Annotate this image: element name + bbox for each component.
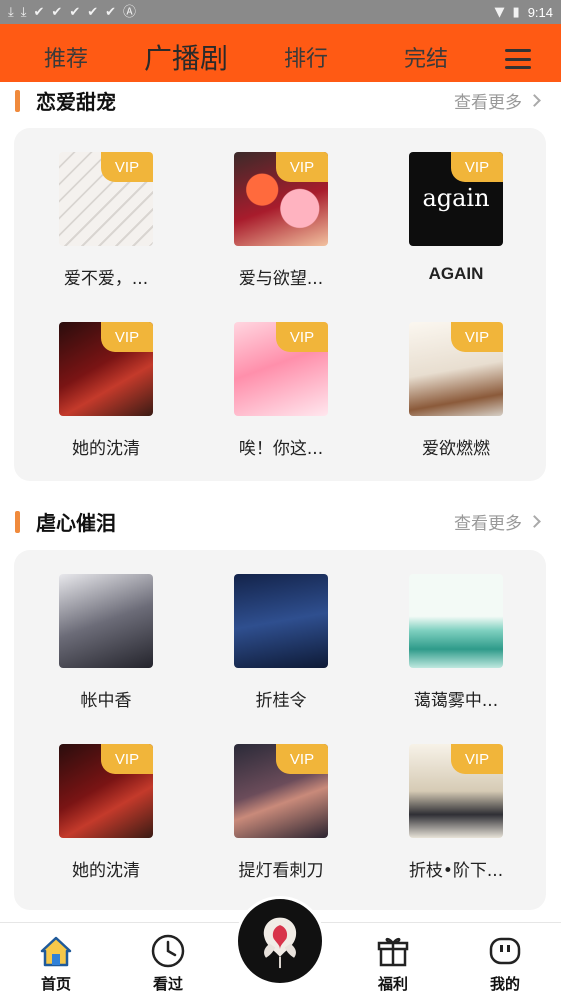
- drama-cover: VIP: [59, 744, 153, 838]
- top-nav: 推荐 广播剧 排行 完结: [0, 24, 561, 82]
- vip-badge: VIP: [276, 744, 328, 774]
- vip-badge: VIP: [451, 322, 503, 352]
- rose-logo-icon: [263, 917, 297, 969]
- tab-recommend[interactable]: 推荐: [30, 24, 102, 82]
- nav-label: 福利: [377, 975, 408, 993]
- see-more-label: 查看更多: [454, 514, 522, 534]
- section-title: 虐心催泪: [36, 511, 116, 535]
- section-accent-bar: [15, 511, 20, 533]
- tab-label: 完结: [403, 47, 448, 72]
- tab-ranking[interactable]: 排行: [270, 24, 342, 82]
- drama-title: 帐中香: [80, 691, 132, 711]
- drama-item[interactable]: VIP 唉！你这...: [192, 322, 362, 482]
- drama-title: 她的沈清: [72, 439, 140, 459]
- chevron-right-icon: [528, 515, 541, 528]
- tab-radio-drama[interactable]: 广播剧: [130, 24, 242, 82]
- section-header-romance: 恋爱甜宠 查看更多: [0, 82, 561, 118]
- nav-label: 我的: [489, 975, 520, 993]
- nav-label: 看过: [152, 975, 183, 993]
- drama-cover: VIP: [59, 322, 153, 416]
- clock-icon: [151, 934, 185, 968]
- drama-item[interactable]: 帐中香: [17, 574, 187, 734]
- drama-cover: VIP: [409, 322, 503, 416]
- drama-title: 爱不爱，...: [63, 269, 149, 289]
- drama-cover: again VIP: [409, 152, 503, 246]
- a-icon: Ⓐ: [123, 4, 137, 20]
- drama-cover: VIP: [234, 744, 328, 838]
- drama-title: 提灯看刺刀: [238, 861, 324, 881]
- cover-text: again: [422, 184, 490, 212]
- chevron-right-icon: [528, 94, 541, 107]
- section-header-tearjerker: 虐心催泪 查看更多: [0, 503, 561, 539]
- gift-icon: [377, 937, 409, 967]
- drama-title: 折枝•阶下...: [408, 861, 504, 881]
- tab-label: 广播剧: [143, 42, 228, 75]
- home-icon: [40, 936, 72, 967]
- section-card-tearjerker: 帐中香 折桂令 蔼蔼雾中... VIP 她的沈清 VIP 提灯看刺刀 VIP 折…: [14, 550, 546, 910]
- check-icon: ✔: [51, 4, 63, 20]
- vip-badge: VIP: [276, 152, 328, 182]
- drama-item[interactable]: VIP 提灯看刺刀: [192, 744, 362, 904]
- drama-item[interactable]: again VIP AGAIN: [367, 152, 537, 312]
- drama-title: 折桂令: [255, 691, 307, 711]
- drama-item[interactable]: VIP 爱欲燃燃: [367, 322, 537, 482]
- vip-badge: VIP: [101, 322, 153, 352]
- vip-badge: VIP: [101, 744, 153, 774]
- drama-cover: VIP: [234, 322, 328, 416]
- menu-icon[interactable]: [505, 49, 531, 69]
- check-icon: ✔: [33, 4, 45, 20]
- drama-title: 她的沈清: [72, 861, 140, 881]
- tab-label: 推荐: [43, 47, 88, 72]
- drama-item[interactable]: VIP 她的沈清: [17, 322, 187, 482]
- tab-label: 排行: [283, 47, 328, 72]
- check-icon: ✔: [69, 4, 81, 20]
- drama-item[interactable]: VIP 折枝•阶下...: [367, 744, 537, 904]
- drama-item[interactable]: 蔼蔼雾中...: [367, 574, 537, 734]
- drama-title: 蔼蔼雾中...: [413, 691, 499, 711]
- section-accent-bar: [15, 90, 20, 112]
- nav-profile[interactable]: 我的: [465, 929, 545, 997]
- drama-item[interactable]: VIP 爱不爱，...: [17, 152, 187, 312]
- see-more-label: 查看更多: [454, 93, 522, 113]
- drama-cover: VIP: [409, 744, 503, 838]
- nav-history[interactable]: 看过: [128, 929, 208, 997]
- check-icon: ✔: [105, 4, 117, 20]
- vip-badge: VIP: [451, 744, 503, 774]
- vip-badge: VIP: [276, 322, 328, 352]
- check-icon: ✔: [87, 4, 99, 20]
- download-icon: ⤓: [8, 4, 14, 20]
- drama-cover: VIP: [234, 152, 328, 246]
- section-card-romance: VIP 爱不爱，... VIP 爱与欲望... again VIP AGAIN …: [14, 128, 546, 481]
- drama-cover: [234, 574, 328, 668]
- nav-home[interactable]: 首页: [16, 929, 96, 997]
- wifi-icon: ▼: [494, 4, 505, 20]
- see-more-link[interactable]: 查看更多: [454, 509, 541, 534]
- drama-title: 唉！你这...: [238, 439, 324, 459]
- nav-welfare[interactable]: 福利: [353, 929, 433, 997]
- nav-label: 首页: [40, 975, 71, 993]
- drama-title: 爱欲燃燃: [422, 439, 490, 459]
- drama-cover: [409, 574, 503, 668]
- drama-cover: [59, 574, 153, 668]
- drama-title: AGAIN: [428, 264, 484, 283]
- vip-badge: VIP: [451, 152, 503, 182]
- battery-icon: ▮: [512, 4, 520, 20]
- drama-item[interactable]: 折桂令: [192, 574, 362, 734]
- status-time: 9:14: [527, 4, 553, 20]
- section-title: 恋爱甜宠: [36, 90, 116, 114]
- see-more-link[interactable]: 查看更多: [454, 88, 541, 113]
- profile-icon: [489, 937, 521, 965]
- download-icon: ⤓: [20, 4, 27, 20]
- drama-item[interactable]: VIP 爱与欲望...: [192, 152, 362, 312]
- tab-finished[interactable]: 完结: [390, 24, 462, 82]
- drama-cover: VIP: [59, 152, 153, 246]
- status-bar: ⤓ ⤓ ✔ ✔ ✔ ✔ ✔ Ⓐ ▼ ▮ 9:14: [0, 0, 561, 24]
- drama-title: 爱与欲望...: [238, 269, 324, 289]
- vip-badge: VIP: [101, 152, 153, 182]
- drama-item[interactable]: VIP 她的沈清: [17, 744, 187, 904]
- center-play-button[interactable]: [235, 896, 325, 986]
